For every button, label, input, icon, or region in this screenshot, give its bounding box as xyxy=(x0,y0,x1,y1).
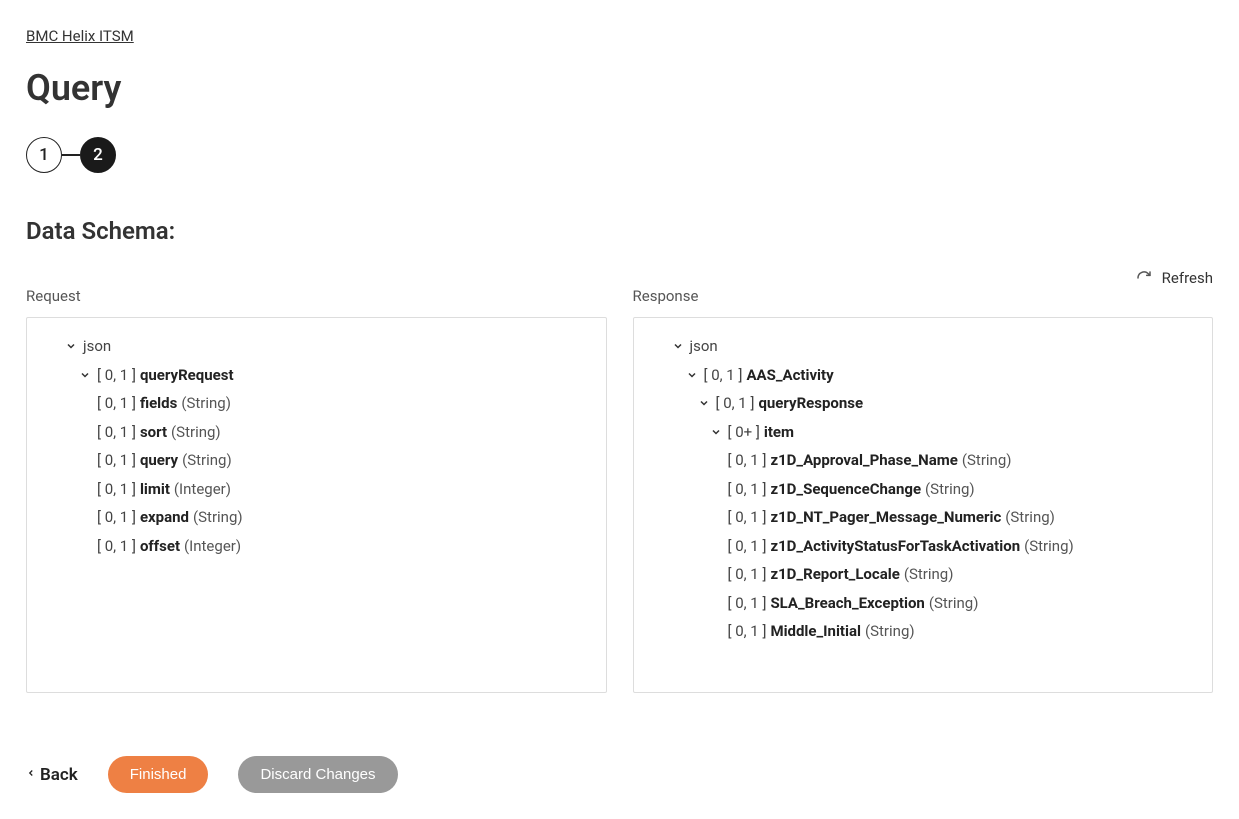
cardinality-label: [ 0, 1 ] xyxy=(728,617,767,646)
cardinality-label: [ 0, 1 ] xyxy=(97,532,136,561)
field-type: (String) xyxy=(181,389,231,418)
tree-node-label: item xyxy=(764,418,794,447)
field-name: fields xyxy=(140,389,177,418)
cardinality-label: [ 0, 1 ] xyxy=(97,446,136,475)
page-title: Query xyxy=(26,67,1213,109)
tree-node-json[interactable]: json xyxy=(644,332,1203,361)
field-type: (String) xyxy=(182,446,232,475)
tree-node-queryrequest[interactable]: [ 0, 1 ] queryRequest xyxy=(37,361,596,390)
request-label: Request xyxy=(26,287,607,305)
response-label: Response xyxy=(633,287,1214,305)
field-type: (String) xyxy=(929,589,979,618)
tree-node-queryresponse[interactable]: [ 0, 1 ] queryResponse xyxy=(644,389,1203,418)
field-name: z1D_NT_Pager_Message_Numeric xyxy=(770,503,1001,532)
tree-leaf[interactable]: [ 0, 1 ] z1D_NT_Pager_Message_Numeric (S… xyxy=(644,503,1203,532)
tree-leaf[interactable]: [ 0, 1 ] z1D_SequenceChange (String) xyxy=(644,475,1203,504)
field-type: (String) xyxy=(1024,532,1074,561)
field-name: Middle_Initial xyxy=(770,617,861,646)
finished-button[interactable]: Finished xyxy=(108,756,209,793)
response-panel: json [ 0, 1 ] AAS_Activity xyxy=(633,317,1214,693)
refresh-label: Refresh xyxy=(1162,269,1213,287)
field-name: sort xyxy=(140,418,167,447)
field-name: expand xyxy=(140,503,189,532)
section-title: Data Schema: xyxy=(26,217,1213,245)
tree-node-label: json xyxy=(83,332,111,361)
field-type: (String) xyxy=(904,560,954,589)
field-type: (String) xyxy=(925,475,975,504)
tree-leaf[interactable]: [ 0, 1 ] fields (String) xyxy=(37,389,596,418)
tree-leaf[interactable]: [ 0, 1 ] expand (String) xyxy=(37,503,596,532)
field-name: limit xyxy=(140,475,170,504)
field-name: z1D_ActivityStatusForTaskActivation xyxy=(770,532,1020,561)
breadcrumb-link[interactable]: BMC Helix ITSM xyxy=(26,27,134,45)
step-connector xyxy=(62,154,80,156)
cardinality-label: [ 0, 1 ] xyxy=(728,560,767,589)
tree-node-label: json xyxy=(690,332,718,361)
cardinality-label: [ 0, 1 ] xyxy=(728,532,767,561)
tree-leaf[interactable]: [ 0, 1 ] z1D_ActivityStatusForTaskActiva… xyxy=(644,532,1203,561)
tree-leaf[interactable]: [ 0, 1 ] limit (Integer) xyxy=(37,475,596,504)
cardinality-label: [ 0+ ] xyxy=(728,418,760,447)
tree-leaf[interactable]: [ 0, 1 ] Middle_Initial (String) xyxy=(644,617,1203,646)
step-1[interactable]: 1 xyxy=(26,137,62,173)
cardinality-label: [ 0, 1 ] xyxy=(97,389,136,418)
tree-leaf[interactable]: [ 0, 1 ] SLA_Breach_Exception (String) xyxy=(644,589,1203,618)
chevron-down-icon[interactable] xyxy=(63,340,79,352)
tree-leaf[interactable]: [ 0, 1 ] sort (String) xyxy=(37,418,596,447)
tree-node-label: queryRequest xyxy=(140,361,234,390)
field-type: (String) xyxy=(962,446,1012,475)
tree-node-label: AAS_Activity xyxy=(746,361,833,390)
field-type: (Integer) xyxy=(174,475,231,504)
discard-changes-button[interactable]: Discard Changes xyxy=(238,756,397,793)
tree-leaf[interactable]: [ 0, 1 ] z1D_Report_Locale (String) xyxy=(644,560,1203,589)
refresh-button[interactable]: Refresh xyxy=(1136,269,1213,287)
back-label: Back xyxy=(40,765,78,785)
chevron-down-icon[interactable] xyxy=(696,397,712,409)
tree-node-label: queryResponse xyxy=(758,389,863,418)
cardinality-label: [ 0, 1 ] xyxy=(728,475,767,504)
field-type: (String) xyxy=(1005,503,1055,532)
chevron-down-icon[interactable] xyxy=(684,369,700,381)
cardinality-label: [ 0, 1 ] xyxy=(97,418,136,447)
field-name: z1D_Approval_Phase_Name xyxy=(770,446,957,475)
tree-leaf[interactable]: [ 0, 1 ] query (String) xyxy=(37,446,596,475)
field-type: (String) xyxy=(193,503,243,532)
field-name: query xyxy=(140,446,178,475)
cardinality-label: [ 0, 1 ] xyxy=(728,589,767,618)
chevron-down-icon[interactable] xyxy=(708,426,724,438)
cardinality-label: [ 0, 1 ] xyxy=(728,503,767,532)
request-panel: json [ 0, 1 ] queryRequest [ 0, 1 ] fiel… xyxy=(26,317,607,693)
field-name: offset xyxy=(140,532,180,561)
tree-leaf[interactable]: [ 0, 1 ] z1D_Approval_Phase_Name (String… xyxy=(644,446,1203,475)
cardinality-label: [ 0, 1 ] xyxy=(728,446,767,475)
chevron-down-icon[interactable] xyxy=(77,369,93,381)
field-name: z1D_SequenceChange xyxy=(770,475,921,504)
field-type: (String) xyxy=(171,418,221,447)
cardinality-label: [ 0, 1 ] xyxy=(97,475,136,504)
cardinality-label: [ 0, 1 ] xyxy=(716,389,755,418)
tree-leaf[interactable]: [ 0, 1 ] offset (Integer) xyxy=(37,532,596,561)
field-type: (Integer) xyxy=(184,532,241,561)
cardinality-label: [ 0, 1 ] xyxy=(704,361,743,390)
tree-node-item[interactable]: [ 0+ ] item xyxy=(644,418,1203,447)
step-2[interactable]: 2 xyxy=(80,137,116,173)
tree-node-json[interactable]: json xyxy=(37,332,596,361)
chevron-down-icon[interactable] xyxy=(670,340,686,352)
refresh-icon xyxy=(1136,270,1152,286)
chevron-left-icon xyxy=(26,765,36,785)
cardinality-label: [ 0, 1 ] xyxy=(97,361,136,390)
tree-node-aas-activity[interactable]: [ 0, 1 ] AAS_Activity xyxy=(644,361,1203,390)
back-button[interactable]: Back xyxy=(26,765,78,785)
field-type: (String) xyxy=(865,617,915,646)
field-name: SLA_Breach_Exception xyxy=(770,589,924,618)
field-name: z1D_Report_Locale xyxy=(770,560,899,589)
stepper: 1 2 xyxy=(26,137,1213,173)
cardinality-label: [ 0, 1 ] xyxy=(97,503,136,532)
